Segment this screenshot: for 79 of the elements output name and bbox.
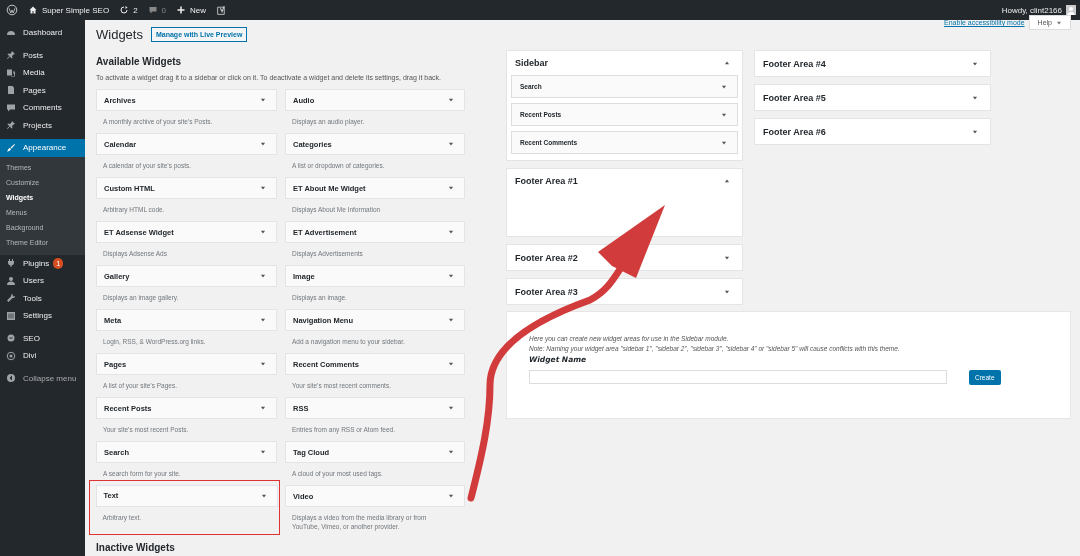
- caret-icon: [448, 361, 454, 367]
- menu-item[interactable]: Comments: [0, 99, 85, 117]
- caret-icon: [972, 128, 978, 135]
- caret-icon: [972, 94, 978, 101]
- widget-area-header[interactable]: Footer Area #3: [507, 279, 742, 304]
- caret-icon: [448, 185, 454, 191]
- caret-icon: [260, 141, 266, 147]
- wordpress-logo-icon: [6, 4, 18, 16]
- widget-name-field[interactable]: [529, 370, 947, 384]
- caret-icon: [260, 317, 266, 323]
- caret-icon: [724, 178, 730, 184]
- brush-icon: [6, 142, 16, 153]
- comment-icon: [147, 5, 158, 15]
- comments-link[interactable]: 0: [147, 5, 167, 15]
- widget-area-header[interactable]: Footer Area #1: [507, 169, 742, 193]
- caret-icon: [448, 229, 454, 235]
- wrench-icon: [6, 293, 16, 304]
- circle-icon: [6, 350, 16, 361]
- caret-icon: [260, 492, 267, 499]
- menu-item[interactable]: Appearance: [0, 139, 85, 157]
- widget-area-header[interactable]: Sidebar: [507, 51, 742, 75]
- collapse-menu-link[interactable]: Collapse menu: [0, 369, 85, 387]
- caret-icon: [1056, 19, 1062, 26]
- page-icon: [6, 85, 16, 96]
- menu-item[interactable]: Media: [0, 64, 85, 82]
- caret-icon: [448, 449, 454, 455]
- caret-icon: [721, 139, 727, 146]
- settings-icon: [6, 310, 16, 321]
- caret-icon: [260, 185, 266, 191]
- user-icon: [6, 275, 16, 286]
- plug-icon: [6, 258, 16, 269]
- caret-icon: [260, 97, 266, 103]
- menu-item[interactable]: Divi: [0, 347, 85, 365]
- caret-icon: [448, 317, 454, 323]
- caret-icon: [260, 229, 266, 235]
- circle-icon: [6, 333, 16, 344]
- plus-icon: [176, 5, 187, 15]
- updates-link[interactable]: 2: [119, 5, 138, 15]
- caret-icon: [260, 361, 266, 367]
- caret-icon: [260, 449, 266, 455]
- caret-icon: [721, 111, 727, 118]
- home-icon: [28, 5, 38, 15]
- section-heading: Inactive Widgets: [96, 542, 175, 554]
- caret-icon: [448, 493, 454, 499]
- caret-icon: [448, 97, 454, 103]
- comment-icon: [6, 102, 16, 113]
- menu-item[interactable]: Settings: [0, 307, 85, 325]
- page-title: Widgets: [96, 27, 143, 42]
- widget-area-header[interactable]: Footer Area #4: [755, 51, 990, 76]
- caret-icon: [448, 141, 454, 147]
- new-link[interactable]: New: [176, 5, 207, 15]
- menu-item[interactable]: Users: [0, 272, 85, 290]
- caret-icon: [448, 405, 454, 411]
- menu-item[interactable]: Posts: [0, 46, 85, 64]
- avatar-icon: [1066, 5, 1076, 15]
- caret-icon: [260, 273, 266, 279]
- refresh-icon: [119, 5, 130, 15]
- caret-icon: [260, 405, 266, 411]
- caret-icon: [721, 83, 727, 90]
- media-icon: [6, 67, 16, 78]
- menu-item[interactable]: Dashboard: [0, 24, 85, 42]
- pin-icon: [6, 50, 16, 61]
- menu-item[interactable]: SEO: [0, 329, 85, 347]
- widget-area-header[interactable]: Footer Area #6: [755, 119, 990, 144]
- site-link[interactable]: Super Simple SEO: [28, 5, 110, 15]
- caret-icon: [448, 273, 454, 279]
- menu-item[interactable]: Projects: [0, 116, 85, 134]
- caret-icon: [724, 60, 730, 66]
- caret-icon: [724, 288, 730, 295]
- plugin-logo-icon: [216, 4, 228, 16]
- widget-area-header[interactable]: Footer Area #2: [507, 245, 742, 270]
- menu-item[interactable]: Pages: [0, 81, 85, 99]
- caret-icon: [972, 60, 978, 67]
- caret-icon: [724, 254, 730, 261]
- section-heading: Available Widgets: [96, 56, 183, 68]
- pin-icon: [6, 120, 16, 131]
- menu-item[interactable]: Tools: [0, 289, 85, 307]
- widget-area-header[interactable]: Footer Area #5: [755, 85, 990, 110]
- account-menu[interactable]: Howdy, clint2166: [1001, 5, 1076, 15]
